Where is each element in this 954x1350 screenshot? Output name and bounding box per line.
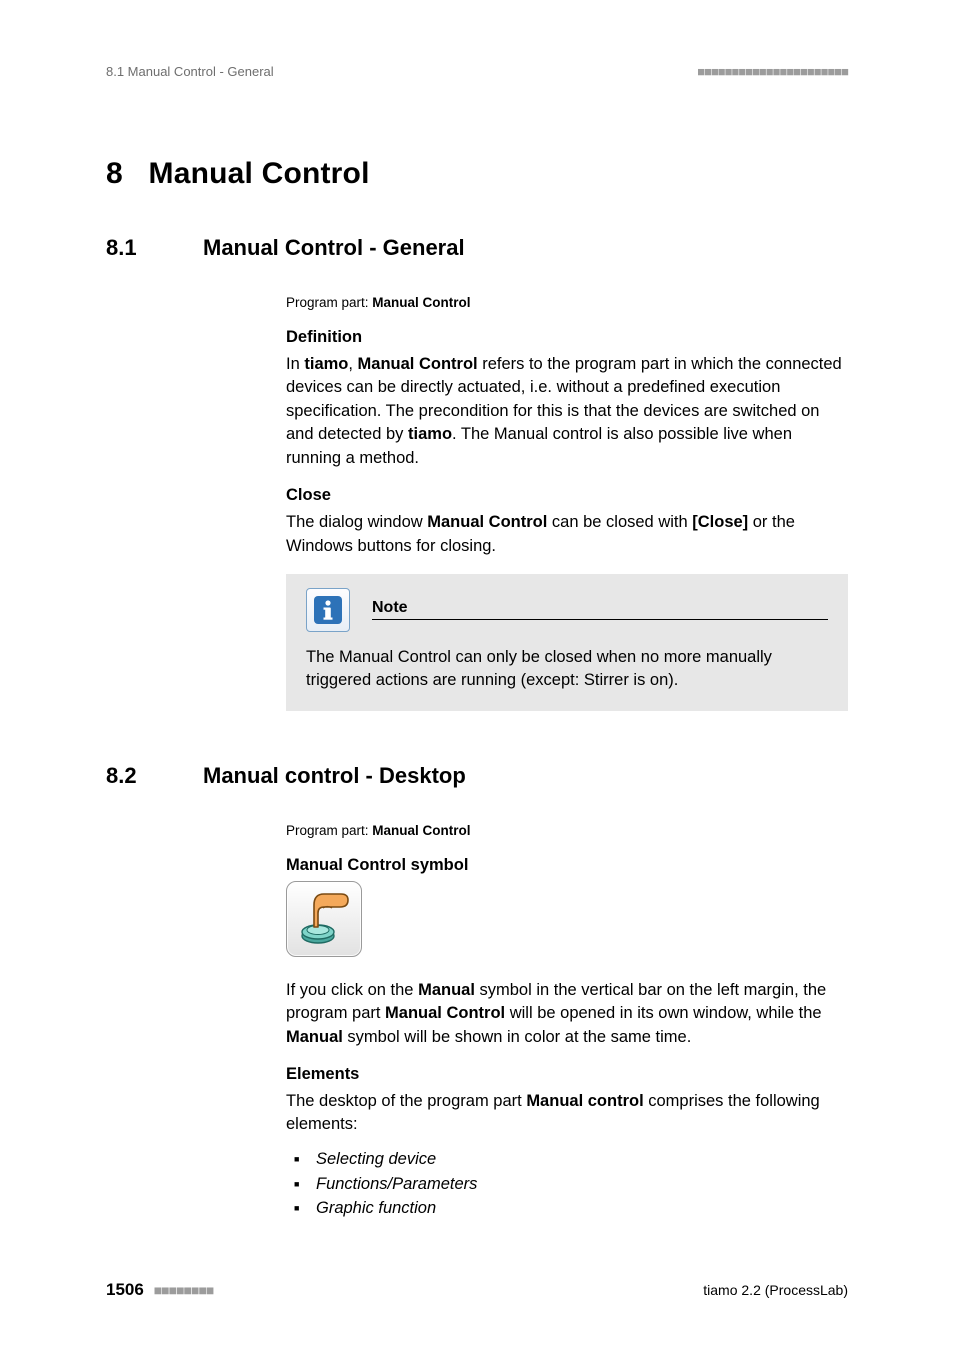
chapter-number: 8	[106, 157, 123, 190]
para-elements: The desktop of the program part Manual c…	[286, 1090, 848, 1137]
heading-elements: Elements	[286, 1065, 848, 1084]
program-part-line: Program part: Manual Control	[286, 823, 848, 838]
list-item: Selecting device	[294, 1147, 848, 1172]
program-part-label: Program part:	[286, 823, 372, 838]
header-decoration: ■■■■■■■■■■■■■■■■■■■■■■	[697, 64, 848, 79]
section-number: 8.1	[106, 235, 203, 261]
header-left: 8.1 Manual Control - General	[106, 64, 274, 79]
heading-close: Close	[286, 486, 848, 505]
program-part-value: Manual Control	[372, 823, 470, 838]
hand-button-icon	[286, 881, 362, 957]
page-number: 1506	[106, 1280, 144, 1299]
list-item: Graphic function	[294, 1196, 848, 1221]
footer-decoration: ■■■■■■■■	[154, 1282, 214, 1298]
para-definition: In tiamo, Manual Control refers to the p…	[286, 353, 848, 470]
section-title: Manual control - Desktop	[203, 763, 466, 789]
chapter-title: 8 Manual Control	[106, 157, 848, 191]
para-manual-symbol: If you click on the Manual symbol in the…	[286, 979, 848, 1049]
section-heading-8-2: 8.2 Manual control - Desktop	[106, 763, 848, 789]
list-item: Functions/Parameters	[294, 1172, 848, 1197]
program-part-label: Program part:	[286, 295, 372, 310]
note-body: The Manual Control can only be closed wh…	[306, 646, 828, 693]
page-footer: 1506 ■■■■■■■■ tiamo 2.2 (ProcessLab)	[106, 1280, 848, 1300]
note-header: Note	[306, 588, 828, 632]
section-number: 8.2	[106, 763, 203, 789]
note-box: Note The Manual Control can only be clos…	[286, 574, 848, 711]
info-icon	[306, 588, 350, 632]
note-title: Note	[372, 599, 408, 616]
heading-definition: Definition	[286, 328, 848, 347]
footer-left: 1506 ■■■■■■■■	[106, 1280, 213, 1300]
section-8-1-content: Program part: Manual Control Definition …	[286, 295, 848, 711]
program-part-line: Program part: Manual Control	[286, 295, 848, 310]
running-header: 8.1 Manual Control - General ■■■■■■■■■■■…	[106, 64, 848, 79]
document-page: 8.1 Manual Control - General ■■■■■■■■■■■…	[0, 0, 954, 1350]
heading-manual-control-symbol: Manual Control symbol	[286, 856, 848, 875]
section-heading-8-1: 8.1 Manual Control - General	[106, 235, 848, 261]
footer-right: tiamo 2.2 (ProcessLab)	[703, 1282, 848, 1298]
note-title-wrap: Note	[372, 599, 828, 620]
para-close: The dialog window Manual Control can be …	[286, 511, 848, 558]
section-title: Manual Control - General	[203, 235, 465, 261]
elements-list: Selecting device Functions/Parameters Gr…	[286, 1147, 848, 1221]
section-8-2-content: Program part: Manual Control Manual Cont…	[286, 823, 848, 1221]
chapter-title-text: Manual Control	[149, 157, 370, 190]
program-part-value: Manual Control	[372, 295, 470, 310]
